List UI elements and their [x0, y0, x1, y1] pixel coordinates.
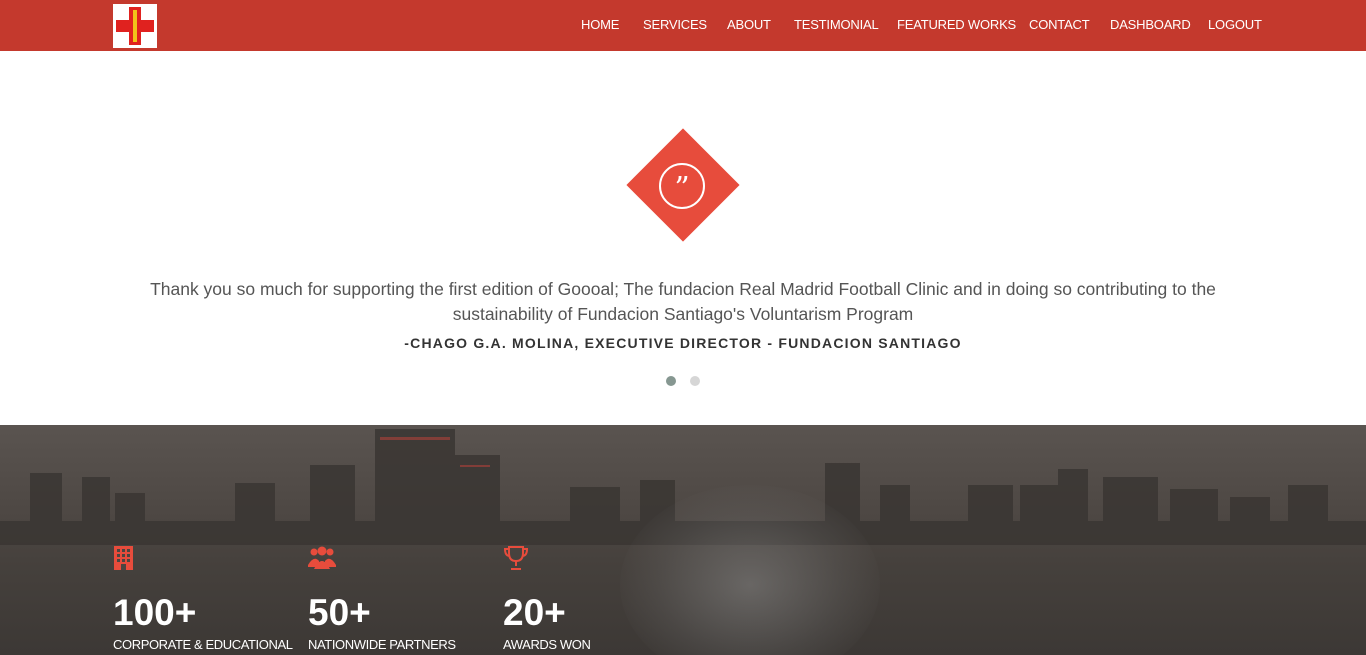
users-icon — [308, 546, 336, 569]
nav-logout[interactable]: LOGOUT — [1208, 17, 1262, 32]
nav-testimonial[interactable]: TESTIMONIAL — [794, 17, 879, 32]
testimonial-author: -CHAGO G.A. MOLINA, EXECUTIVE DIRECTOR -… — [404, 335, 962, 351]
trophy-icon — [503, 546, 529, 570]
nav-dashboard[interactable]: DASHBOARD — [1110, 17, 1191, 32]
stat-value: 50+ — [308, 592, 371, 633]
testimonial-section: ” Thank you so much for supporting the f… — [0, 51, 1366, 425]
navbar: HOME SERVICES ABOUT TESTIMONIAL FEATURED… — [0, 0, 1366, 51]
stat-value: 20+ — [503, 592, 566, 633]
nav-services[interactable]: SERVICES — [643, 17, 707, 32]
nav-featured-works[interactable]: FEATURED WORKS — [897, 17, 1016, 32]
logo-icon[interactable] — [113, 4, 157, 48]
stats-section: 100+ CORPORATE & EDUCATIONAL 50+ NATIONW… — [0, 425, 1366, 655]
nav-contact[interactable]: CONTACT — [1029, 17, 1090, 32]
testimonial-text: Thank you so much for supporting the fir… — [150, 279, 1216, 324]
stat-label: NATIONWIDE PARTNERS — [308, 637, 456, 652]
slider-dot-2[interactable] — [690, 376, 700, 386]
slider-dot-1[interactable] — [666, 376, 676, 386]
nav-about[interactable]: ABOUT — [727, 17, 771, 32]
nav-home[interactable]: HOME — [581, 17, 619, 32]
building-icon — [114, 546, 133, 570]
stat-value: 100+ — [113, 592, 197, 633]
stat-label: CORPORATE & EDUCATIONAL — [113, 637, 293, 652]
stat-label: AWARDS WON — [503, 637, 591, 652]
quote-icon: ” — [659, 163, 705, 209]
